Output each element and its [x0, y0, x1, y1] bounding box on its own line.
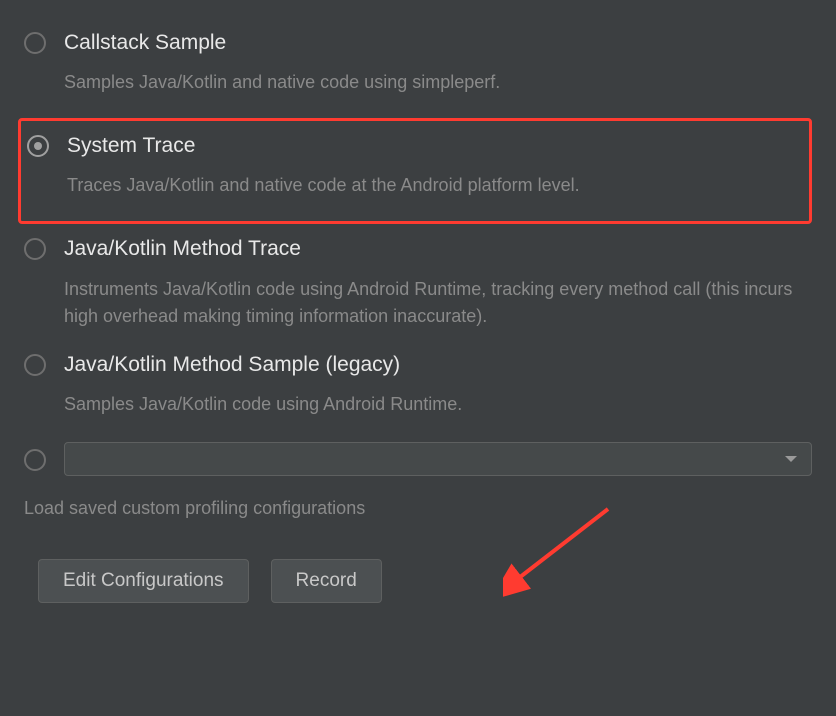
radio-callstack-sample[interactable] — [24, 32, 46, 54]
option-content: System Trace Traces Java/Kotlin and nati… — [67, 133, 803, 209]
option-description: Samples Java/Kotlin code using Android R… — [64, 391, 812, 418]
radio-system-trace[interactable] — [27, 135, 49, 157]
option-method-sample-legacy[interactable]: Java/Kotlin Method Sample (legacy) Sampl… — [24, 346, 812, 434]
record-button[interactable]: Record — [271, 559, 382, 603]
chevron-down-icon — [785, 456, 797, 462]
radio-method-trace[interactable] — [24, 238, 46, 260]
edit-configurations-button[interactable]: Edit Configurations — [38, 559, 249, 603]
radio-custom-config[interactable] — [24, 449, 46, 471]
option-description: Instruments Java/Kotlin code using Andro… — [64, 276, 812, 330]
option-title: Java/Kotlin Method Trace — [64, 236, 812, 261]
option-method-trace[interactable]: Java/Kotlin Method Trace Instruments Jav… — [24, 230, 812, 345]
option-description: Traces Java/Kotlin and native code at th… — [67, 172, 803, 199]
custom-config-row — [24, 442, 812, 476]
option-content: Callstack Sample Samples Java/Kotlin and… — [64, 30, 812, 106]
option-title: System Trace — [67, 133, 803, 158]
option-title: Callstack Sample — [64, 30, 812, 55]
option-content: Java/Kotlin Method Sample (legacy) Sampl… — [64, 352, 812, 428]
option-callstack-sample[interactable]: Callstack Sample Samples Java/Kotlin and… — [24, 24, 812, 112]
option-description: Samples Java/Kotlin and native code usin… — [64, 69, 812, 96]
option-content: Java/Kotlin Method Trace Instruments Jav… — [64, 236, 812, 339]
radio-method-sample-legacy[interactable] — [24, 354, 46, 376]
option-title: Java/Kotlin Method Sample (legacy) — [64, 352, 812, 377]
hint-text: Load saved custom profiling configuratio… — [24, 498, 812, 519]
button-row: Edit Configurations Record — [38, 559, 812, 603]
custom-config-dropdown[interactable] — [64, 442, 812, 476]
option-system-trace[interactable]: System Trace Traces Java/Kotlin and nati… — [18, 118, 812, 224]
